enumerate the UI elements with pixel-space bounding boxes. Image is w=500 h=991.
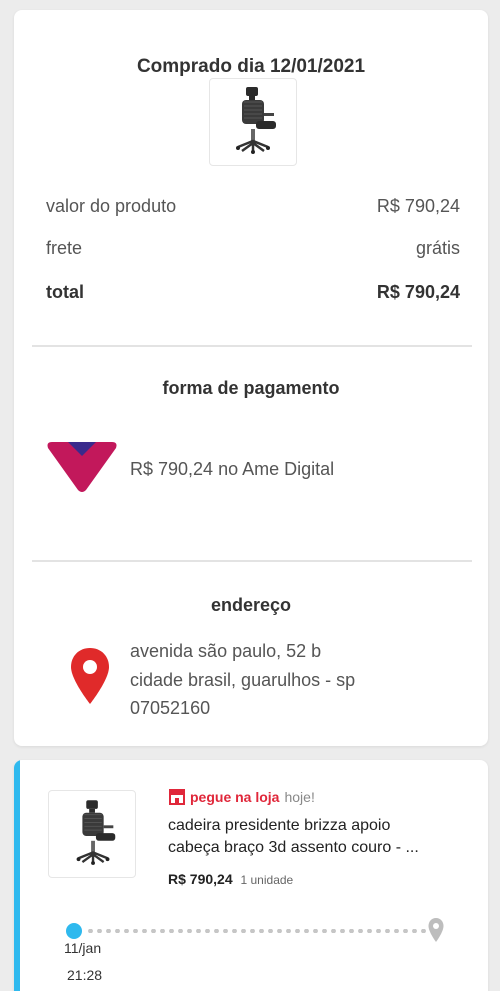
purchase-date-title: Comprado dia 12/01/2021 (136, 56, 366, 77)
tracking-progress-line (86, 929, 426, 933)
store-icon (169, 789, 185, 805)
location-pin-icon (71, 648, 109, 704)
office-chair-icon (76, 800, 116, 865)
item-quantity: 1 unidade (240, 873, 294, 887)
product-thumbnail[interactable] (209, 78, 297, 166)
product-name[interactable]: cadeira presidente brizza apoio cabeça b… (168, 815, 468, 859)
address-line: cidade brasil, guarulhos - sp (130, 669, 356, 690)
shipping-label: frete (46, 238, 83, 258)
address-line: avenida são paulo, 52 b (130, 641, 322, 661)
product-value-row: valor do produto R$ 790,24 (46, 196, 460, 217)
total-row: total R$ 790,24 (46, 282, 460, 303)
product-name-line: cadeira presidente brizza apoio (168, 817, 391, 834)
accent-bar (14, 760, 20, 991)
tracking-current-dot (66, 923, 82, 939)
price-line: R$ 790,24 1 unidade (168, 871, 293, 887)
total-label: total (46, 282, 84, 302)
tracking-date: 11/jan (64, 940, 102, 956)
address-zip: 07052160 (130, 698, 211, 718)
shipping-amount: grátis (415, 238, 460, 258)
pickup-when: hoje! (284, 788, 315, 805)
product-thumbnail[interactable] (48, 790, 136, 878)
shipping-row: frete grátis (46, 238, 460, 259)
tracking-time: 21:28 (67, 967, 103, 983)
address-text: avenida são paulo, 52 b cidade brasil, g… (130, 637, 355, 723)
product-value-label: valor do produto (46, 196, 177, 216)
product-name-line: cabeça braço 3d assento couro - ... (168, 839, 419, 856)
ame-digital-logo-icon (47, 442, 117, 492)
item-price: R$ 790,24 (168, 871, 233, 887)
payment-section-title: forma de pagamento (162, 378, 340, 398)
office-chair-icon (236, 87, 276, 154)
divider (32, 345, 472, 347)
pickup-label: pegue na loja (190, 788, 280, 805)
destination-pin-icon (428, 918, 444, 942)
order-summary-card: Comprado dia 12/01/2021 valor do produto… (14, 10, 488, 746)
order-item-card[interactable]: pegue na loja hoje! cadeira presidente b… (14, 760, 488, 991)
address-section-title: endereço (210, 595, 292, 615)
total-amount: R$ 790,24 (376, 282, 460, 302)
payment-description: R$ 790,24 no Ame Digital (130, 459, 335, 479)
product-value-amount: R$ 790,24 (376, 196, 460, 216)
divider (32, 560, 472, 562)
pickup-badge: pegue na loja hoje! (168, 788, 315, 805)
